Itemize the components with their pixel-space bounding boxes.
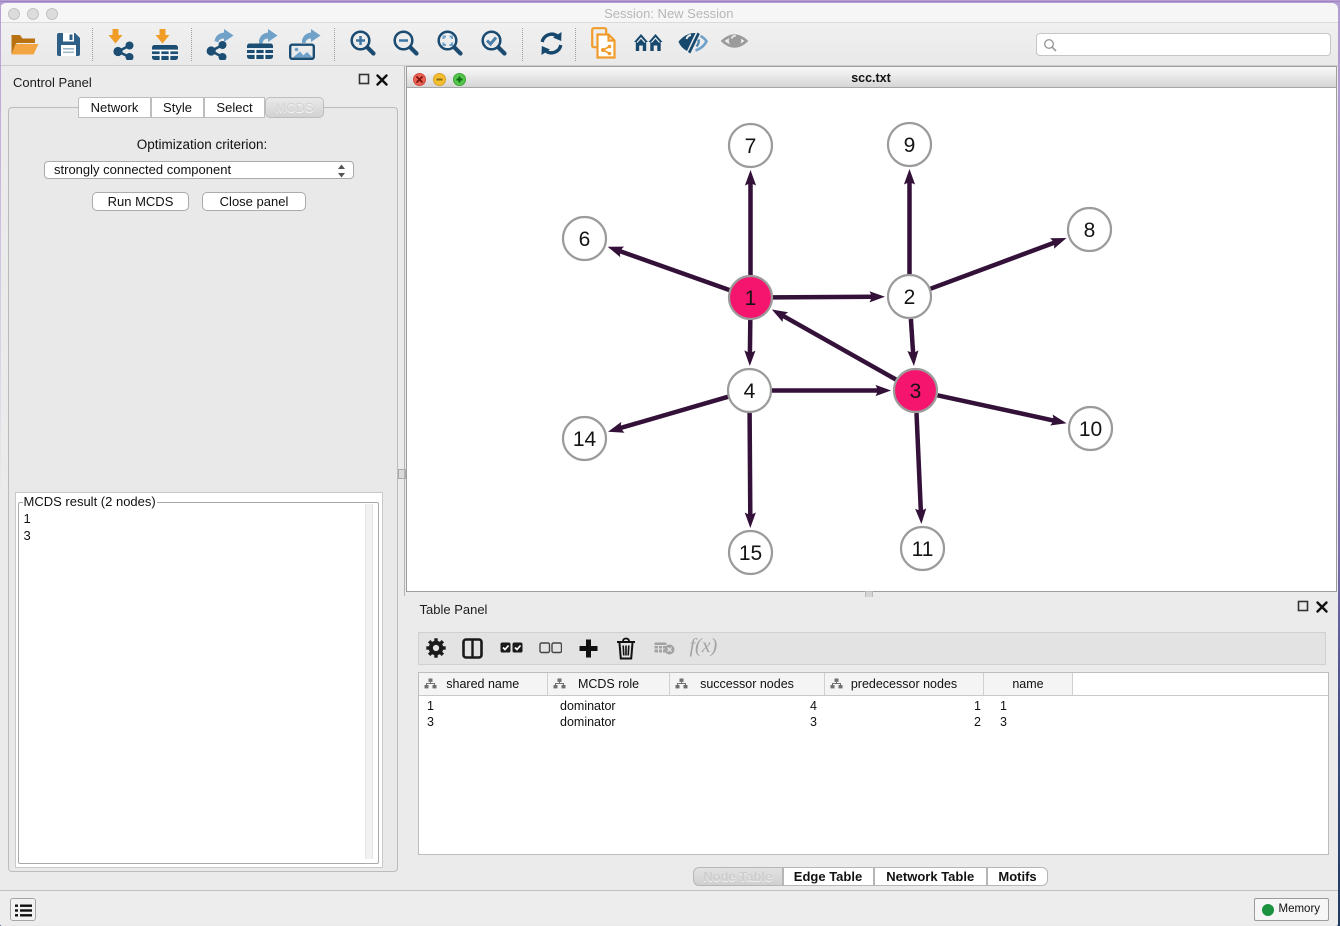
svg-text:15: 15 bbox=[738, 542, 761, 565]
svg-text:3: 3 bbox=[909, 380, 921, 403]
svg-text:8: 8 bbox=[1083, 219, 1095, 242]
svg-text:2: 2 bbox=[903, 286, 915, 309]
svg-text:1: 1 bbox=[744, 287, 756, 310]
svg-text:11: 11 bbox=[911, 538, 933, 561]
svg-text:10: 10 bbox=[1078, 418, 1101, 441]
svg-text:7: 7 bbox=[744, 135, 756, 158]
svg-text:9: 9 bbox=[903, 134, 915, 157]
svg-text:4: 4 bbox=[743, 380, 755, 403]
svg-text:6: 6 bbox=[578, 228, 590, 251]
svg-text:14: 14 bbox=[572, 428, 596, 451]
